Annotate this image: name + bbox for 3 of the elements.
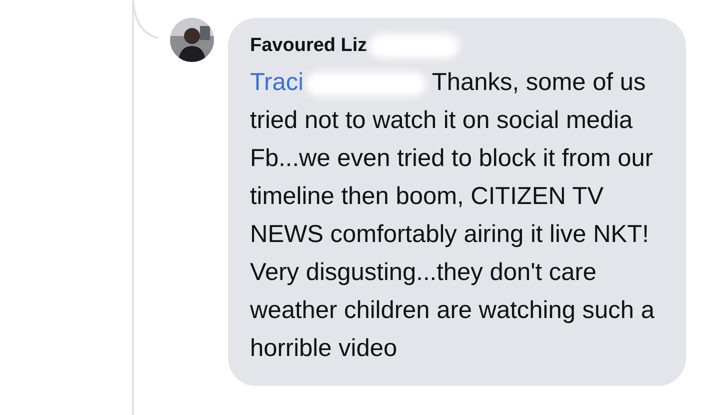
mention-link[interactable]: Traci xyxy=(250,69,304,96)
comment-text: Traci Thanks, some of us tried not to watch it on social media Fb...we even tried to block it from our timeline then boom, CITIZEN TV NEWS comfortably airing it live NKT! Very disgusting...they don't care weather children are watching such a horrible video xyxy=(250,68,656,364)
author-name[interactable]: Favoured Liz xyxy=(250,32,368,60)
